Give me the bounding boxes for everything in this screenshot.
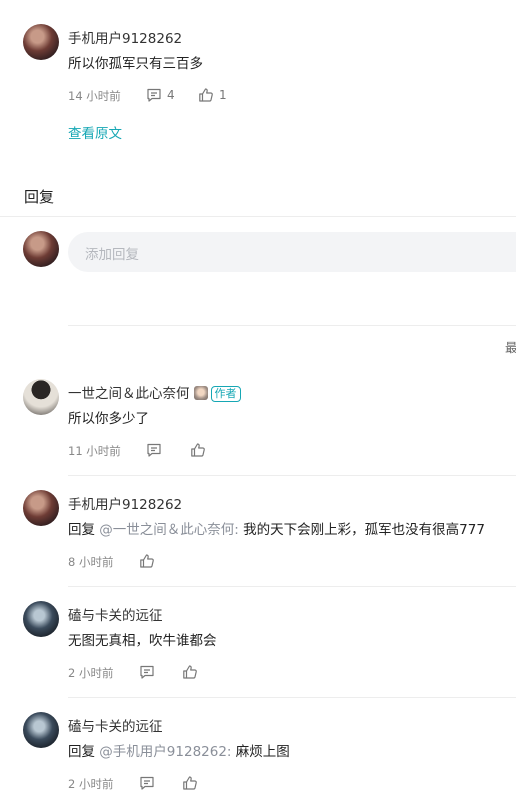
comment-author[interactable]: 手机用户9128262	[68, 27, 182, 47]
reply-time: 11 小时前	[68, 444, 121, 458]
avatar[interactable]	[23, 490, 59, 526]
reply-content: 回复 @手机用户9128262: 麻烦上图	[68, 740, 290, 760]
mention-link[interactable]: @一世之间＆此心奈何:	[99, 522, 239, 538]
reply-author[interactable]: 磕与卡关的远征	[68, 715, 163, 735]
reply-like-button[interactable]	[139, 553, 155, 569]
thumb-up-icon	[140, 554, 154, 568]
reply-section-title: 回复	[24, 188, 55, 206]
comment-content: 所以你孤军只有三百多	[68, 56, 203, 72]
reply-content: 回复 @一世之间＆此心奈何: 我的天下会刚上彩，孤军也没有很高777	[68, 518, 485, 538]
reply-comment-button[interactable]	[146, 442, 162, 458]
like-count: 1	[219, 88, 227, 102]
thumb-up-icon	[191, 443, 205, 457]
comment-thread-page: 手机用户9128262 所以你孤军只有三百多 14 小时前 4 1 查看原文 回…	[0, 0, 516, 797]
reply-author[interactable]: 磕与卡关的远征	[68, 604, 163, 624]
reply-author[interactable]: 一世之间＆此心奈何 作者	[68, 382, 241, 402]
avatar[interactable]	[23, 24, 59, 60]
thumb-up-icon	[183, 776, 197, 790]
reply-like-button[interactable]	[182, 775, 198, 791]
author-badge: 作者	[210, 386, 241, 402]
sort-toggle[interactable]: 最	[505, 337, 516, 356]
reply-time: 2 小时前	[68, 777, 114, 791]
avatar[interactable]	[23, 601, 59, 637]
comment-count: 4	[167, 88, 175, 102]
divider	[68, 325, 516, 326]
reply-like-button[interactable]	[182, 664, 198, 680]
reply-prefix: 回复	[68, 744, 95, 760]
comment-time: 14 小时前	[68, 89, 121, 103]
divider	[68, 586, 516, 587]
reply-time: 2 小时前	[68, 666, 114, 680]
divider	[68, 697, 516, 698]
reply-time: 8 小时前	[68, 555, 114, 569]
current-user-avatar	[23, 231, 59, 267]
avatar[interactable]	[23, 379, 59, 415]
comment-icon	[147, 443, 161, 457]
comment-count-button[interactable]: 4	[146, 87, 175, 103]
like-button[interactable]: 1	[198, 87, 227, 103]
comment-icon	[147, 88, 161, 102]
author-emoji-icon	[193, 386, 208, 400]
reply-comment-button[interactable]	[139, 775, 155, 791]
divider	[68, 475, 516, 476]
reply-author-name: 一世之间＆此心奈何	[68, 386, 190, 402]
reply-like-button[interactable]	[190, 442, 206, 458]
thumb-up-icon	[183, 665, 197, 679]
reply-prefix: 回复	[68, 522, 95, 538]
reply-input[interactable]: 添加回复	[68, 232, 516, 272]
comment-icon	[140, 665, 154, 679]
divider	[0, 216, 516, 217]
reply-content: 所以你多少了	[68, 411, 149, 427]
reply-author[interactable]: 手机用户9128262	[68, 493, 182, 513]
avatar[interactable]	[23, 712, 59, 748]
comment-icon	[140, 776, 154, 790]
reply-text: 麻烦上图	[235, 744, 290, 760]
reply-content: 无图无真相，吹牛谁都会	[68, 633, 217, 649]
view-original-link[interactable]: 查看原文	[68, 122, 122, 142]
reply-comment-button[interactable]	[139, 664, 155, 680]
reply-text: 我的天下会刚上彩，孤军也没有很高777	[243, 522, 485, 538]
thumb-up-icon	[199, 88, 213, 102]
mention-link[interactable]: @手机用户9128262:	[99, 744, 231, 760]
